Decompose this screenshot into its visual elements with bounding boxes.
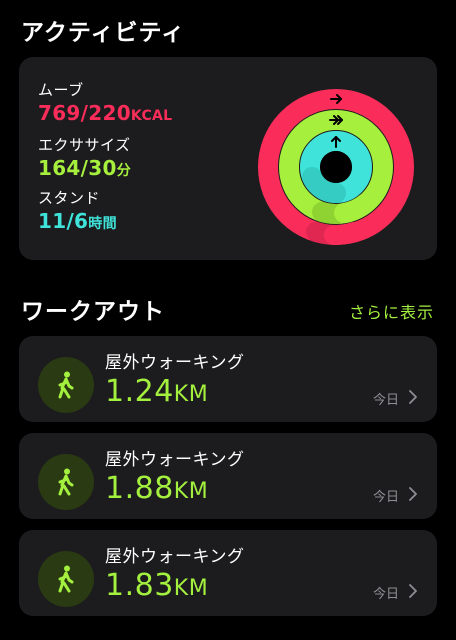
- move-goal: 220: [88, 101, 131, 125]
- chevron-right-icon: [409, 584, 417, 598]
- stand-unit: 時間: [88, 216, 117, 232]
- move-value: 769/220KCAL: [38, 101, 173, 125]
- exercise-value: 164/30分: [38, 156, 132, 180]
- workout-distance-value: 1.83: [105, 568, 174, 603]
- stand-label: スタンド: [38, 189, 101, 207]
- workout-distance: 1.24KM: [105, 374, 208, 409]
- chevron-right-icon: [409, 487, 417, 501]
- workout-date: 今日: [372, 490, 399, 505]
- move-unit: KCAL: [130, 108, 173, 124]
- workout-distance-unit: KM: [173, 479, 209, 504]
- chevron-right-icon: [409, 390, 417, 404]
- workout-name: 屋外ウォーキング: [105, 547, 245, 567]
- workout-name: 屋外ウォーキング: [105, 450, 245, 470]
- move-current: 769: [38, 101, 81, 125]
- activity-rings: [258, 89, 414, 246]
- workout-icon-badge: [38, 551, 94, 607]
- workout-date: 今日: [372, 587, 399, 602]
- activity-section-title: アクティビティ: [21, 20, 186, 46]
- exercise-ring-overlap: [312, 202, 346, 224]
- exercise-goal: 30: [88, 156, 117, 180]
- move-label: ムーブ: [38, 81, 84, 99]
- move-ring-end: [324, 222, 364, 246]
- workout-name: 屋外ウォーキング: [105, 353, 245, 373]
- workout-distance: 1.88KM: [105, 471, 208, 506]
- move-metric: ムーブ 769/220KCAL: [38, 79, 172, 125]
- workout-icon-badge: [38, 357, 94, 413]
- see-more-link[interactable]: さらに表示: [349, 299, 434, 323]
- stand-goal: 6: [74, 209, 89, 233]
- walking-figure-icon: [58, 468, 74, 496]
- workout-date: 今日: [372, 393, 399, 408]
- workout-card[interactable]: 屋外ウォーキング 1.24KM 今日: [19, 336, 437, 422]
- rings-center: [320, 151, 352, 183]
- exercise-ring-end: [334, 193, 376, 223]
- workout-card[interactable]: 屋外ウォーキング 1.83KM 今日: [19, 530, 437, 616]
- activity-summary-card[interactable]: ムーブ 769/220KCAL エクササイズ 164/30分 スタンド 11/6…: [19, 57, 437, 260]
- stand-metric: スタンド 11/6時間: [38, 187, 117, 233]
- workout-distance-unit: KM: [173, 576, 209, 601]
- exercise-unit: 分: [116, 163, 132, 179]
- walking-figure-icon: [58, 371, 74, 399]
- exercise-metric: エクササイズ 164/30分: [38, 134, 131, 180]
- workout-distance-unit: KM: [173, 382, 209, 407]
- stand-current: 11: [38, 209, 67, 233]
- workout-section-title: ワークアウト: [21, 299, 165, 325]
- workout-card[interactable]: 屋外ウォーキング 1.88KM 今日: [19, 433, 437, 519]
- stand-value: 11/6時間: [38, 209, 117, 233]
- walking-figure-icon: [58, 565, 74, 593]
- workout-distance: 1.83KM: [105, 568, 208, 603]
- workout-distance-value: 1.88: [105, 471, 174, 506]
- exercise-current: 164: [38, 156, 81, 180]
- exercise-label: エクササイズ: [38, 136, 131, 154]
- workout-icon-badge: [38, 454, 94, 510]
- workout-distance-value: 1.24: [105, 374, 174, 409]
